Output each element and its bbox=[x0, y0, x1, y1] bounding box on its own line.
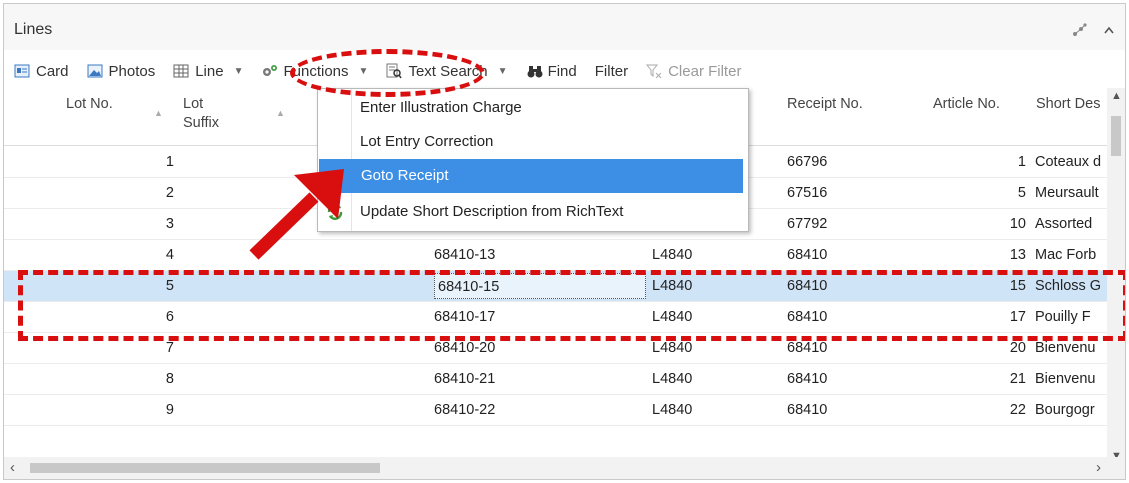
cell-lot-code: 68410-20 bbox=[434, 340, 496, 356]
annotation-rectangle bbox=[18, 270, 1125, 341]
gear-icon bbox=[261, 63, 278, 79]
cell-location: L4840 bbox=[652, 371, 693, 387]
sort-asc-icon: ▲ bbox=[154, 108, 163, 118]
cell-short-desc: Bourgogr bbox=[1035, 402, 1095, 418]
cell-receipt-no: 67792 bbox=[787, 216, 828, 232]
cell-receipt-no: 68410 bbox=[787, 402, 828, 418]
photos-button[interactable]: Photos bbox=[87, 62, 156, 80]
cell-lot-code: 68410-22 bbox=[434, 402, 496, 418]
cell-lot-no: 1 bbox=[165, 154, 174, 170]
cell-short-desc: Meursault bbox=[1035, 185, 1099, 201]
cell-article-no: 22 bbox=[1009, 402, 1026, 418]
line-button[interactable]: Line ▼ bbox=[173, 63, 243, 80]
cell-receipt-no: 68410 bbox=[787, 371, 828, 387]
cell-lot-no: 2 bbox=[165, 185, 174, 201]
col-receipt-no[interactable]: Receipt No. bbox=[787, 96, 863, 112]
cell-short-desc: Bienvenu bbox=[1035, 340, 1096, 356]
find-button[interactable]: Find bbox=[526, 63, 577, 80]
title-icons bbox=[1071, 22, 1115, 41]
horizontal-scrollbar[interactable]: ‹ › bbox=[4, 457, 1125, 479]
cell-lot-no: 3 bbox=[165, 216, 174, 232]
cell-lot-no: 7 bbox=[165, 340, 174, 356]
menu-item-goto-receipt[interactable]: Goto Receipt bbox=[319, 159, 743, 193]
cell-article-no: 1 bbox=[1017, 154, 1026, 170]
chevron-down-icon: ▼ bbox=[233, 65, 244, 77]
cell-lot-no: 4 bbox=[165, 247, 174, 263]
card-label: Card bbox=[36, 62, 69, 80]
filter-button[interactable]: Filter bbox=[595, 63, 628, 80]
line-label: Line bbox=[195, 62, 224, 80]
cell-receipt-no: 66796 bbox=[787, 154, 828, 170]
scroll-left-icon[interactable]: ‹ bbox=[10, 459, 15, 476]
cell-receipt-no: 67516 bbox=[787, 185, 828, 201]
scroll-up-icon[interactable]: ▲ bbox=[1111, 90, 1122, 102]
cell-short-desc: Mac Forb bbox=[1035, 247, 1097, 263]
filter-label: Filter bbox=[594, 62, 629, 80]
clear-filter-label: Clear Filter bbox=[668, 62, 742, 80]
chevron-down-icon: ▼ bbox=[497, 65, 508, 77]
cell-lot-no: 9 bbox=[165, 402, 174, 418]
card-button[interactable]: Card bbox=[14, 63, 69, 80]
menu-item-lot-entry-correction[interactable]: Lot Entry Correction bbox=[318, 125, 748, 159]
cell-location: L4840 bbox=[652, 247, 693, 263]
col-lot-no[interactable]: Lot No. bbox=[66, 96, 113, 112]
menu-item-update-short-description[interactable]: Update Short Description from RichText bbox=[318, 195, 748, 229]
col-lot-suffix-line2[interactable]: Suffix bbox=[183, 115, 219, 131]
cell-lot-no: 8 bbox=[165, 371, 174, 387]
annotation-arrow-icon bbox=[249, 169, 344, 260]
cell-receipt-no: 68410 bbox=[787, 340, 828, 356]
photos-label: Photos bbox=[108, 62, 156, 80]
cell-receipt-no: 68410 bbox=[787, 247, 828, 263]
col-lot-suffix-line1[interactable]: Lot bbox=[183, 96, 203, 112]
vertical-scroll-thumb[interactable] bbox=[1111, 116, 1121, 156]
table-row[interactable]: 8 68410-21 L4840 68410 21 Bienvenu bbox=[4, 364, 1125, 395]
table-icon bbox=[173, 63, 189, 79]
scroll-right-icon[interactable]: › bbox=[1096, 459, 1101, 476]
cell-location: L4840 bbox=[652, 402, 693, 418]
annotation-ellipse bbox=[290, 49, 485, 97]
find-label: Find bbox=[547, 62, 577, 80]
table-row[interactable]: 4 68410-13 L4840 68410 13 Mac Forb bbox=[4, 240, 1125, 271]
clear-filter-button[interactable]: Clear Filter bbox=[646, 63, 741, 80]
cell-location: L4840 bbox=[652, 340, 693, 356]
col-article-no[interactable]: Article No. bbox=[933, 96, 1000, 112]
cell-article-no: 20 bbox=[1009, 340, 1026, 356]
binoculars-icon bbox=[526, 63, 543, 79]
clear-filter-icon bbox=[646, 63, 662, 79]
collapse-icon[interactable] bbox=[1103, 22, 1115, 41]
cell-short-desc: Bienvenu bbox=[1035, 371, 1096, 387]
photo-icon bbox=[87, 63, 103, 79]
toolbar: Card Photos Line ▼ Functions ▼ Text Sear… bbox=[4, 56, 1125, 86]
card-icon bbox=[14, 63, 30, 79]
table-row[interactable]: 9 68410-22 L4840 68410 22 Bourgogr bbox=[4, 395, 1125, 426]
lines-panel: Lines Card Photos Line ▼ Functions ▼ Tex… bbox=[3, 3, 1126, 480]
cell-short-desc: Coteaux d bbox=[1035, 154, 1102, 170]
cell-short-desc: Assorted bbox=[1035, 216, 1093, 232]
functions-dropdown-menu: Enter Illustration Charge Lot Entry Corr… bbox=[317, 88, 749, 232]
cell-article-no: 21 bbox=[1009, 371, 1026, 387]
sort-asc-icon: ▲ bbox=[276, 108, 285, 118]
cell-lot-code: 68410-21 bbox=[434, 371, 496, 387]
cell-article-no: 5 bbox=[1017, 185, 1026, 201]
cell-lot-code: 68410-13 bbox=[434, 247, 496, 263]
col-short-desc[interactable]: Short Des bbox=[1036, 96, 1108, 112]
panel-title: Lines bbox=[14, 21, 53, 38]
horizontal-scroll-thumb[interactable] bbox=[30, 463, 380, 473]
panel-titlebar: Lines bbox=[4, 4, 1125, 50]
cell-article-no: 13 bbox=[1009, 247, 1026, 263]
pin-icon[interactable] bbox=[1071, 22, 1089, 41]
cell-article-no: 10 bbox=[1009, 216, 1026, 232]
